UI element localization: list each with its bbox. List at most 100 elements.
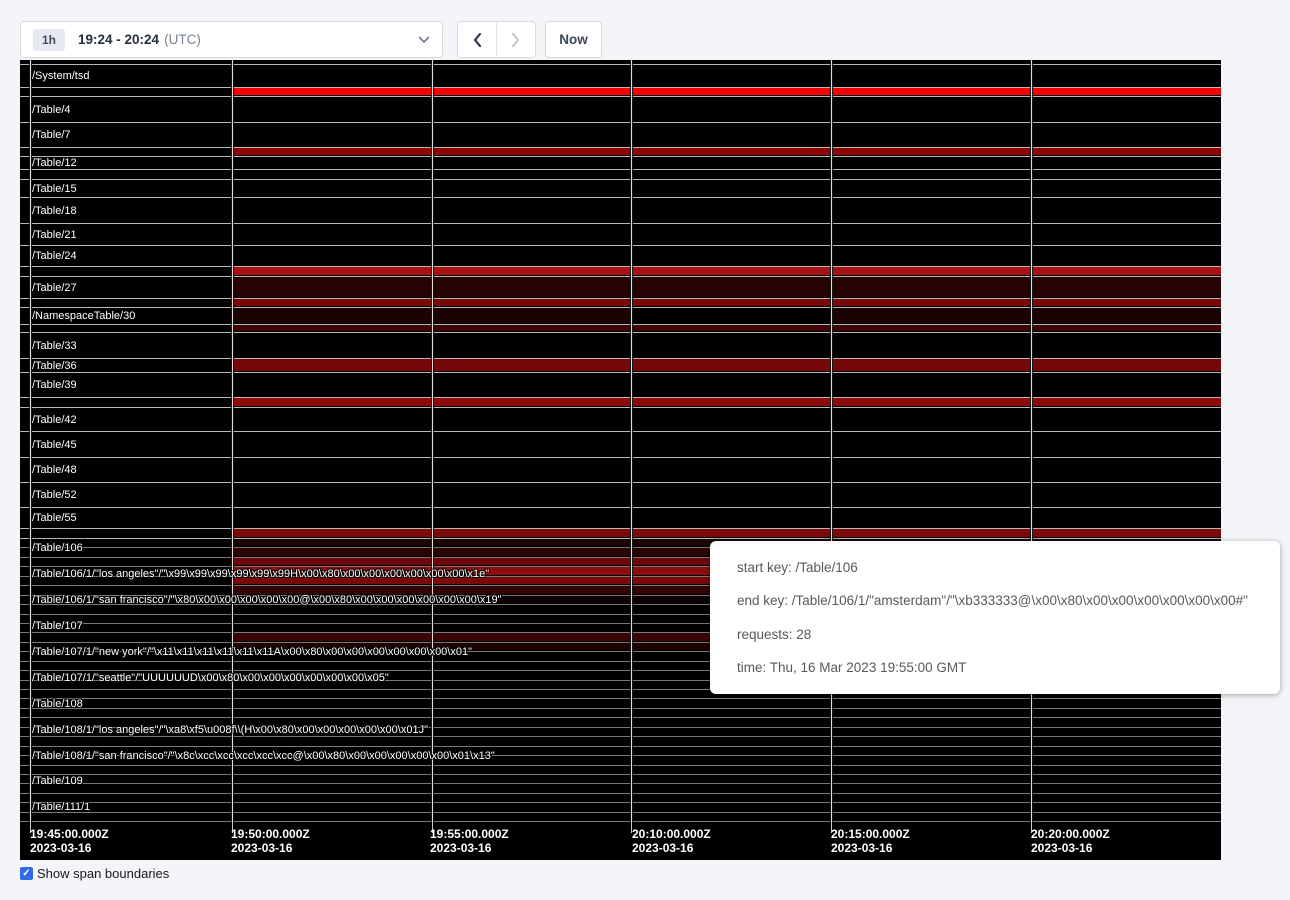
heat-cell[interactable] — [631, 148, 831, 155]
heat-cell[interactable] — [232, 148, 432, 155]
heat-cell[interactable] — [631, 299, 831, 306]
heat-cell[interactable] — [831, 88, 1031, 95]
heat-cell[interactable] — [432, 277, 631, 297]
axis-date: 2023-03-16 — [231, 841, 310, 855]
key-span-row[interactable]: /Table/48 — [20, 458, 1221, 483]
key-span-row[interactable]: /Table/33 — [20, 333, 1221, 359]
heat-cell[interactable] — [432, 267, 631, 275]
key-span-row[interactable]: /System/tsd — [20, 65, 1221, 88]
key-span-row[interactable]: /Table/21 — [20, 224, 1221, 246]
key-span-row[interactable]: /Table/24 — [20, 246, 1221, 267]
heat-cell[interactable] — [1031, 359, 1221, 371]
key-span-row[interactable]: /Table/52 — [20, 483, 1221, 508]
key-span-row[interactable] — [20, 784, 1221, 793]
heat-cell[interactable] — [1031, 325, 1221, 331]
time-range-selector[interactable]: 1h 19:24 - 20:24 (UTC) — [20, 21, 443, 58]
heat-cell[interactable] — [1031, 308, 1221, 323]
heat-cell[interactable] — [631, 359, 831, 371]
heat-cell[interactable] — [432, 398, 631, 406]
now-button[interactable]: Now — [545, 21, 602, 58]
heat-cell[interactable] — [1031, 299, 1221, 306]
heat-cell[interactable] — [232, 359, 432, 371]
column-boundary-line — [830, 60, 833, 822]
heat-cell[interactable] — [432, 308, 631, 323]
key-span-row[interactable] — [20, 813, 1221, 822]
key-span-row[interactable] — [20, 398, 1221, 408]
heat-cell[interactable] — [232, 398, 432, 406]
key-span-row[interactable]: /Table/18 — [20, 198, 1221, 224]
heat-cell[interactable] — [1031, 148, 1221, 155]
heat-cell[interactable] — [631, 277, 831, 297]
key-span-row[interactable]: /Table/27 — [20, 277, 1221, 299]
key-span-row[interactable] — [20, 88, 1221, 97]
heat-cell[interactable] — [631, 267, 831, 275]
heat-cell[interactable] — [232, 529, 432, 537]
heat-cell[interactable] — [831, 267, 1031, 275]
show-span-boundaries-toggle[interactable]: ✓ Show span boundaries — [20, 866, 169, 881]
key-span-row[interactable] — [20, 529, 1221, 539]
heat-cell[interactable] — [831, 277, 1031, 297]
key-span-row[interactable] — [20, 803, 1221, 812]
heat-cell[interactable] — [232, 277, 432, 297]
heat-cell[interactable] — [1031, 529, 1221, 537]
key-span-row[interactable] — [20, 170, 1221, 180]
key-span-row[interactable] — [20, 299, 1221, 308]
heat-cell[interactable] — [831, 325, 1031, 331]
heat-cell[interactable] — [432, 148, 631, 155]
key-visualizer-canvas[interactable]: /System/tsd/Table/4/Table/7/Table/12/Tab… — [20, 60, 1221, 860]
heat-cell[interactable] — [631, 88, 831, 95]
heat-cell[interactable] — [1031, 398, 1221, 406]
heat-cell[interactable] — [432, 299, 631, 306]
key-span-row[interactable]: /Table/7 — [20, 123, 1221, 148]
next-time-button[interactable] — [497, 22, 535, 57]
heat-cell[interactable] — [232, 299, 432, 306]
span-label: /System/tsd — [32, 70, 89, 82]
heat-cell[interactable] — [232, 308, 432, 323]
heat-cell[interactable] — [631, 398, 831, 406]
checkbox-checked-icon[interactable]: ✓ — [20, 867, 33, 880]
key-span-row[interactable] — [20, 709, 1221, 718]
key-span-row[interactable]: /Table/45 — [20, 432, 1221, 458]
heat-cell[interactable] — [831, 308, 1031, 323]
key-span-row[interactable]: /Table/15 — [20, 180, 1221, 198]
heat-cell[interactable] — [432, 529, 631, 537]
heat-cell[interactable] — [831, 148, 1031, 155]
span-label: /Table/106/1/"los angeles"/"\x99\x99\x99… — [32, 568, 489, 580]
prev-time-button[interactable] — [458, 22, 497, 57]
key-span-row[interactable] — [20, 766, 1221, 775]
key-span-row[interactable] — [20, 699, 1221, 708]
heat-cell[interactable] — [831, 398, 1031, 406]
heat-cell[interactable] — [1031, 277, 1221, 297]
heat-cell[interactable] — [232, 267, 432, 275]
key-span-row[interactable] — [20, 794, 1221, 803]
axis-date: 2023-03-16 — [831, 841, 910, 855]
heat-cell[interactable] — [1031, 88, 1221, 95]
key-span-row[interactable]: /NamespaceTable/30 — [20, 308, 1221, 325]
span-label: /Table/108 — [32, 698, 83, 710]
key-span-row[interactable]: /Table/55 — [20, 508, 1221, 529]
key-span-row[interactable] — [20, 325, 1221, 333]
key-span-row[interactable] — [20, 775, 1221, 784]
key-span-row[interactable]: /Table/12 — [20, 157, 1221, 170]
key-span-row[interactable] — [20, 737, 1221, 746]
key-span-row[interactable] — [20, 148, 1221, 157]
heat-cell[interactable] — [1031, 267, 1221, 275]
key-span-row[interactable]: /Table/42 — [20, 408, 1221, 432]
heat-cell[interactable] — [432, 88, 631, 95]
heat-cell[interactable] — [831, 529, 1031, 537]
heat-cell[interactable] — [232, 325, 432, 331]
heat-cell[interactable] — [831, 299, 1031, 306]
heat-cell[interactable] — [432, 359, 631, 371]
span-rows[interactable]: /System/tsd/Table/4/Table/7/Table/12/Tab… — [20, 60, 1221, 539]
key-visualizer-page: { "toolbar": { "range_badge": "1h", "ran… — [0, 0, 1290, 900]
key-span-row[interactable]: /Table/36 — [20, 359, 1221, 373]
key-span-row[interactable]: /Table/4 — [20, 97, 1221, 123]
range-label: 19:24 - 20:24 — [78, 32, 159, 47]
heat-cell[interactable] — [232, 88, 432, 95]
key-span-row[interactable] — [20, 267, 1221, 277]
key-span-row[interactable]: /Table/39 — [20, 373, 1221, 398]
heat-cell[interactable] — [831, 359, 1031, 371]
heat-cell[interactable] — [631, 325, 831, 331]
heat-cell[interactable] — [631, 529, 831, 537]
heat-cell[interactable] — [432, 325, 631, 331]
